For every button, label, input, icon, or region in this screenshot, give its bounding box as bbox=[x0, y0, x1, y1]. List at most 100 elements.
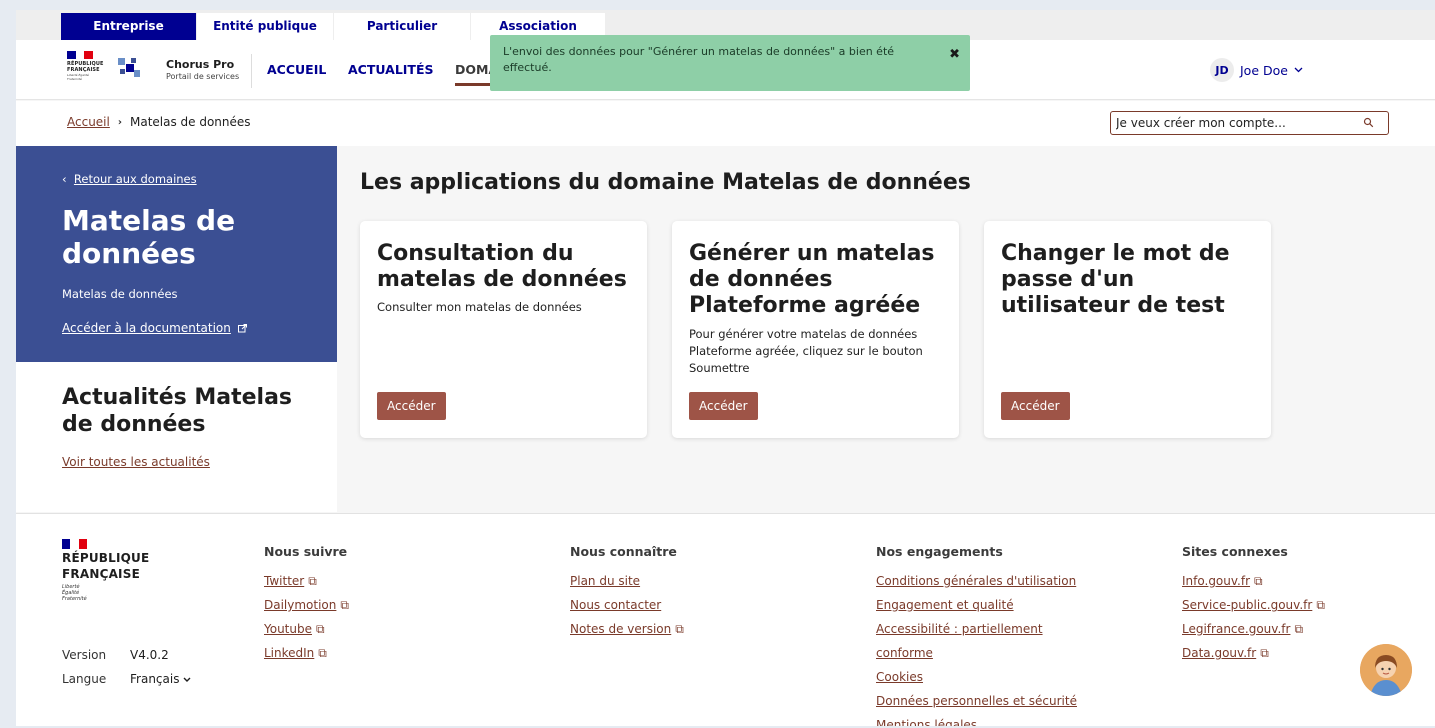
footer-link-nous-contacter[interactable]: Nous contacter bbox=[570, 593, 684, 617]
external-link-icon: ⧉ bbox=[1260, 646, 1269, 660]
toast-message: L'envoi des données pour "Générer un mat… bbox=[503, 45, 895, 74]
acceder-button[interactable]: Accéder bbox=[377, 392, 446, 420]
header-divider bbox=[251, 54, 252, 88]
footer-link-data-gouv[interactable]: Data.gouv.fr ⧉ bbox=[1182, 641, 1325, 665]
footer-link-plan-du-site[interactable]: Plan du site bbox=[570, 569, 684, 593]
card-description: Consulter mon matelas de données bbox=[377, 300, 582, 314]
footer-link-cgu[interactable]: Conditions générales d'utilisation bbox=[876, 569, 1077, 593]
republique-francaise-logo[interactable]: RÉPUBLIQUE FRANÇAISE Liberté Égalité Fra… bbox=[67, 51, 103, 91]
footer-link-legifrance[interactable]: Legifrance.gouv.fr ⧉ bbox=[1182, 617, 1325, 641]
back-to-domains-link[interactable]: ‹ Retour aux domaines bbox=[62, 172, 197, 186]
card-description: Pour générer votre matelas de données Pl… bbox=[689, 327, 923, 375]
nav-accueil[interactable]: ACCUEIL bbox=[267, 62, 326, 77]
footer-link-twitter[interactable]: Twitter ⧉ bbox=[264, 569, 349, 593]
flag-icon bbox=[67, 51, 94, 59]
footer-link-youtube[interactable]: Youtube ⧉ bbox=[264, 617, 349, 641]
footer-col-sites-connexes: Sites connexes Info.gouv.fr ⧉ Service-pub… bbox=[1182, 544, 1325, 665]
footer-link-accessibilite[interactable]: Accessibilité : partiellement bbox=[876, 617, 1077, 641]
footer-col-title: Nous connaître bbox=[570, 544, 677, 559]
breadcrumb-bar: Accueil › Matelas de données bbox=[16, 101, 1435, 146]
search-icon[interactable] bbox=[1363, 117, 1374, 128]
assistant-illustration bbox=[1360, 644, 1412, 696]
external-link-icon: ⧉ bbox=[1254, 574, 1263, 588]
breadcrumb-separator: › bbox=[117, 116, 122, 128]
card-title: Générer un matelas de données Plateforme… bbox=[689, 241, 935, 318]
card-title: Changer le mot de passe d'un utilisateur… bbox=[1001, 241, 1230, 318]
footer-link-dailymotion[interactable]: Dailymotion ⧉ bbox=[264, 593, 349, 617]
app-card-generer: Générer un matelas de données Plateforme… bbox=[672, 221, 959, 438]
footer-brand-line-2: FRANÇAISE bbox=[62, 567, 140, 581]
breadcrumb-current: Matelas de données bbox=[129, 115, 251, 129]
news-title: Actualités Matelas de données bbox=[62, 385, 293, 437]
footer-link-cookies[interactable]: Cookies bbox=[876, 665, 1077, 689]
nav-actualites[interactable]: ACTUALITÉS bbox=[348, 62, 434, 77]
brand-motto: Liberté Égalité Fraternité bbox=[67, 73, 89, 81]
all-news-link[interactable]: Voir toutes les actualités bbox=[62, 455, 210, 469]
assistant-avatar-icon[interactable] bbox=[1360, 644, 1412, 696]
search-input[interactable] bbox=[1111, 112, 1351, 134]
footer-col-title: Sites connexes bbox=[1182, 544, 1288, 559]
user-name: Joe Doe bbox=[1240, 62, 1288, 78]
external-link-icon: ⧉ bbox=[1294, 622, 1304, 636]
news-panel: Actualités Matelas de données Voir toute… bbox=[16, 362, 337, 512]
external-link-icon: ⧉ bbox=[340, 598, 349, 612]
app-subtitle: Portail de services bbox=[166, 72, 240, 81]
version-value: V4.0.2 bbox=[130, 648, 169, 662]
external-link-icon: ⧉ bbox=[308, 574, 317, 588]
acceder-button[interactable]: Accéder bbox=[1001, 392, 1070, 420]
footer-republique-logo[interactable]: RÉPUBLIQUE FRANÇAISE Liberté Égalité Fra… bbox=[62, 539, 149, 602]
version-info: Version V4.0.2 bbox=[62, 648, 169, 662]
acceder-button[interactable]: Accéder bbox=[689, 392, 758, 420]
footer-col-title: Nos engagements bbox=[876, 544, 1003, 559]
domain-subtitle: Matelas de données bbox=[62, 287, 178, 301]
app-card-consultation: Consultation du matelas de données Consu… bbox=[360, 221, 647, 438]
language-label: Langue bbox=[62, 672, 107, 686]
footer-link-mentions-legales[interactable]: Mentions légales bbox=[876, 713, 1077, 726]
documentation-link[interactable]: Accéder à la documentation bbox=[62, 321, 247, 335]
domain-panel: ‹ Retour aux domaines Matelas de données… bbox=[16, 146, 337, 362]
app-title[interactable]: Chorus Pro bbox=[166, 58, 234, 71]
footer-brand-line-1: RÉPUBLIQUE bbox=[62, 551, 150, 565]
page-title: Les applications du domaine Matelas de d… bbox=[360, 170, 971, 195]
external-link-icon: ⧉ bbox=[675, 622, 684, 636]
domain-title: Matelas de données bbox=[62, 204, 236, 270]
user-menu[interactable]: JD Joe Doe bbox=[1210, 58, 1303, 82]
external-link-icon: ⧉ bbox=[1316, 598, 1325, 612]
chevron-down-icon bbox=[183, 677, 191, 682]
footer-col-title: Nous suivre bbox=[264, 544, 348, 559]
footer-motto-3: Fraternité bbox=[62, 596, 87, 602]
documentation-link-label: Accéder à la documentation bbox=[62, 321, 231, 335]
chevron-down-icon bbox=[1294, 67, 1303, 73]
language-value: Français bbox=[130, 672, 180, 686]
footer-link-engagement-qualite[interactable]: Engagement et qualité bbox=[876, 593, 1077, 617]
back-link-label: Retour aux domaines bbox=[73, 172, 197, 186]
tab-entreprise[interactable]: Entreprise bbox=[61, 13, 196, 40]
footer-link-service-public[interactable]: Service-public.gouv.fr ⧉ bbox=[1182, 593, 1325, 617]
external-link-icon: ⧉ bbox=[318, 646, 327, 660]
avatar: JD bbox=[1210, 58, 1234, 82]
footer-link-notes-de-version[interactable]: Notes de version ⧉ bbox=[570, 617, 684, 641]
card-title: Consultation du matelas de données bbox=[377, 241, 627, 292]
tab-particulier[interactable]: Particulier bbox=[334, 13, 470, 40]
language-selector: Langue Français bbox=[62, 672, 191, 686]
external-link-icon: ⧉ bbox=[316, 622, 325, 636]
chevron-left-icon: ‹ bbox=[62, 172, 67, 186]
footer-col-nous-connaitre: Nous connaître Plan du site Nous contact… bbox=[570, 544, 684, 641]
footer-col-nous-suivre: Nous suivre Twitter ⧉ Dailymotion ⧉ Youtub… bbox=[264, 544, 349, 665]
version-label: Version bbox=[62, 648, 107, 662]
tab-entite-publique[interactable]: Entité publique bbox=[197, 13, 333, 40]
footer-link-donnees-personnelles[interactable]: Données personnelles et sécurité bbox=[876, 689, 1077, 713]
app-window: Entreprise Entité publique Particulier A… bbox=[16, 10, 1435, 726]
success-toast: L'envoi des données pour "Générer un mat… bbox=[490, 35, 970, 91]
external-link-icon bbox=[237, 323, 247, 332]
breadcrumb: Accueil › Matelas de données bbox=[67, 115, 251, 129]
footer-link-linkedin[interactable]: LinkedIn ⧉ bbox=[264, 641, 349, 665]
site-footer: RÉPUBLIQUE FRANÇAISE Liberté Égalité Fra… bbox=[16, 513, 1435, 726]
app-card-changer-mot-de-passe: Changer le mot de passe d'un utilisateur… bbox=[984, 221, 1271, 438]
language-select[interactable]: Français bbox=[130, 672, 191, 686]
footer-link-accessibilite-conforme[interactable]: conforme bbox=[876, 641, 1077, 665]
footer-link-info-gouv[interactable]: Info.gouv.fr ⧉ bbox=[1182, 569, 1325, 593]
close-icon[interactable]: ✖ bbox=[949, 48, 960, 62]
chorus-pro-logo-icon[interactable] bbox=[116, 56, 142, 80]
breadcrumb-home-link[interactable]: Accueil bbox=[67, 115, 110, 129]
